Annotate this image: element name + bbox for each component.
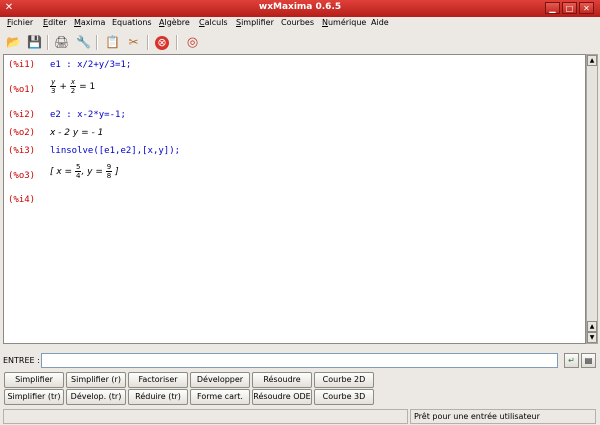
- menu-aide[interactable]: Aide: [371, 18, 389, 27]
- save-icon[interactable]: 💾: [26, 34, 43, 51]
- toolbar: 📂 💾 🖨 🔧 📋 ✂ ⊗ ◎: [0, 31, 600, 53]
- interrupt-icon[interactable]: ⊗: [155, 36, 169, 50]
- develop-tr-button[interactable]: Dévelop. (tr): [66, 389, 126, 405]
- close-button[interactable]: ✕: [579, 2, 594, 14]
- vertical-scrollbar[interactable]: ▲ ▲ ▼: [586, 54, 598, 344]
- scroll-up-icon[interactable]: ▲: [587, 55, 597, 66]
- courbe-3d-button[interactable]: Courbe 3D: [314, 389, 374, 405]
- menu-fichier[interactable]: Fichier: [7, 18, 33, 27]
- output-cell-o1: y3 + x2 = 1: [50, 78, 96, 95]
- status-pane-left: [3, 409, 408, 424]
- menu-maxima[interactable]: Maxima: [74, 18, 105, 27]
- input-cell-i3[interactable]: linsolve([e1,e2],[x,y]);: [50, 146, 180, 156]
- resoudre-ode-button[interactable]: Résoudre ODE: [252, 389, 312, 405]
- menu-simplifier[interactable]: Simplifier: [236, 18, 274, 27]
- fraction: x2: [69, 78, 77, 95]
- input-cell-i1[interactable]: e1 : x/2+y/3=1;: [50, 60, 131, 70]
- input-label-i3: (%i3): [8, 146, 36, 156]
- fraction: y3: [50, 78, 57, 95]
- output-label-o1: (%o1): [8, 85, 36, 95]
- resoudre-button[interactable]: Résoudre: [252, 372, 312, 388]
- scroll-down-icon[interactable]: ▼: [587, 332, 597, 343]
- output-label-o3: (%o3): [8, 171, 36, 181]
- input-label-i2: (%i2): [8, 110, 36, 120]
- title-bar: ✕ wxMaxima 0.6.5 ▁ □ ✕: [0, 0, 600, 17]
- open-icon[interactable]: 📂: [5, 34, 22, 51]
- factoriser-button[interactable]: Factoriser: [128, 372, 188, 388]
- worksheet[interactable]: (%i1) e1 : x/2+y/3=1; (%o1) y3 + x2 = 1 …: [3, 54, 586, 344]
- input-cell-i2[interactable]: e2 : x-2*y=-1;: [50, 110, 126, 120]
- toolbar-separator: [176, 35, 178, 50]
- preferences-icon[interactable]: 🔧: [75, 34, 92, 51]
- output-cell-o3: [ x = 54, y = 98 ]: [50, 163, 119, 180]
- menu-calculs[interactable]: Calculs: [199, 18, 228, 27]
- fraction: 98: [105, 163, 113, 180]
- input-label-i4[interactable]: (%i4): [8, 195, 35, 205]
- menu-algebre[interactable]: Algèbre: [159, 18, 190, 27]
- toolbar-separator: [47, 35, 49, 50]
- copy-icon[interactable]: 📋: [104, 34, 121, 51]
- menu-courbes[interactable]: Courbes: [281, 18, 314, 27]
- enter-icon[interactable]: ↵: [564, 353, 579, 368]
- help-icon[interactable]: ◎: [184, 34, 201, 51]
- output-label-o2: (%o2): [8, 128, 36, 138]
- simplifier-tr-button[interactable]: Simplifier (tr): [4, 389, 64, 405]
- minimize-button[interactable]: ▁: [545, 2, 560, 14]
- window-title: wxMaxima 0.6.5: [258, 2, 342, 12]
- simplifier-button[interactable]: Simplifier: [4, 372, 64, 388]
- status-message: Prêt pour une entrée utilisateur: [410, 409, 596, 424]
- input-label-i1: (%i1): [8, 60, 36, 70]
- history-icon[interactable]: ▤: [581, 353, 596, 368]
- cut-icon[interactable]: ✂: [125, 34, 142, 51]
- reduire-tr-button[interactable]: Réduire (tr): [128, 389, 188, 405]
- scroll-up-icon[interactable]: ▲: [587, 321, 597, 332]
- simplifier-r-button[interactable]: Simplifier (r): [66, 372, 126, 388]
- maximize-button[interactable]: □: [562, 2, 577, 14]
- output-cell-o2: x - 2 y = - 1: [50, 128, 104, 138]
- horizontal-scrollbar[interactable]: [3, 344, 586, 352]
- entree-label: ENTREE :: [3, 356, 40, 365]
- menu-numerique[interactable]: Numérique: [322, 18, 366, 27]
- toolbar-separator: [96, 35, 98, 50]
- print-icon[interactable]: 🖨: [53, 34, 70, 51]
- menu-bar: Fichier Editer Maxima Equations Algèbre …: [0, 17, 600, 31]
- courbe-2d-button[interactable]: Courbe 2D: [314, 372, 374, 388]
- toolbar-separator: [147, 35, 149, 50]
- menu-equations[interactable]: Equations: [112, 18, 152, 27]
- status-bar: Prêt pour une entrée utilisateur: [0, 408, 600, 425]
- forme-cart-button[interactable]: Forme cart.: [190, 389, 250, 405]
- menu-editer[interactable]: Editer: [43, 18, 67, 27]
- developper-button[interactable]: Développer: [190, 372, 250, 388]
- entree-input[interactable]: [41, 353, 558, 368]
